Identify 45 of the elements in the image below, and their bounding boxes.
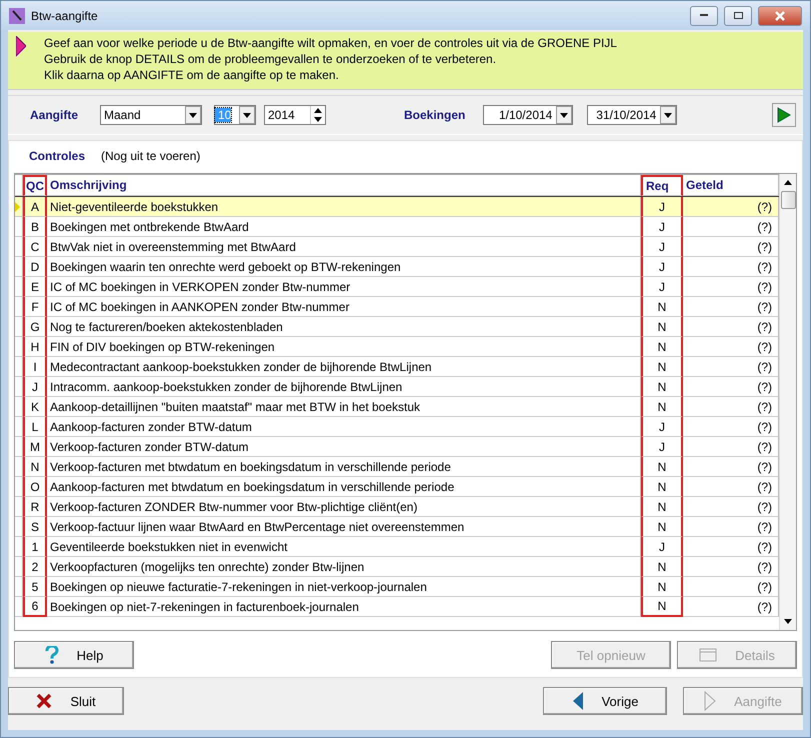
caret-icon <box>243 112 251 118</box>
close-icon <box>36 693 52 709</box>
window-title: Btw-aangifte <box>31 8 99 22</box>
play-icon <box>777 107 791 123</box>
arrow-icon <box>16 36 26 58</box>
table-cell: N <box>641 597 683 617</box>
close-button[interactable]: Sluit <box>8 687 124 715</box>
scroll-thumb[interactable] <box>780 191 796 209</box>
scrollbar[interactable] <box>779 174 796 630</box>
checks-status: (Nog uit te voeren) <box>101 149 200 163</box>
bookings-label: Boekingen <box>404 108 466 122</box>
caret-icon <box>314 117 322 122</box>
minimize-icon <box>700 14 708 17</box>
caret-icon <box>560 112 568 118</box>
table-cell: 6 <box>23 597 47 617</box>
close-button[interactable] <box>758 6 802 26</box>
year-spinner[interactable]: 2014 <box>264 105 326 125</box>
up-caret-icon <box>784 180 792 185</box>
window-icon <box>699 648 718 662</box>
right-triangle-icon <box>704 691 716 711</box>
up-caret-icon <box>314 108 322 113</box>
instruction-text: Gebruik de knop DETAILS om de probleemgevallen te onderzoeken of te verbeteren. <box>44 52 498 67</box>
caret-icon <box>189 112 197 118</box>
help-button[interactable]: Help <box>14 641 134 669</box>
checks-label: Controles <box>29 149 86 163</box>
maximize-button[interactable] <box>724 6 752 26</box>
maximize-icon <box>734 12 742 19</box>
instruction-text: Klik daarna op AANGIFTE om de aangifte op te maken. <box>44 68 340 83</box>
app-icon <box>9 8 25 24</box>
question-mark-icon <box>44 646 59 664</box>
caret-icon <box>664 112 672 118</box>
period-label: Aangifte <box>30 108 78 122</box>
left-triangle-icon <box>572 691 584 711</box>
period-type-dropdown[interactable]: Maand <box>100 105 202 125</box>
from-date-dropdown[interactable]: 1/10/2014 <box>483 105 574 125</box>
to-date-dropdown[interactable]: 31/10/2014 <box>587 105 678 125</box>
back-button[interactable]: Vorige <box>543 687 667 715</box>
caret-icon <box>784 619 792 624</box>
minimize-button[interactable] <box>690 6 718 26</box>
close-icon <box>775 10 785 20</box>
column-header[interactable]: Omschrijving <box>47 175 641 196</box>
instruction-text: Geef aan voor welke periode u de Btw-aangifte wilt opmaken, en voer de controles uit via de GROENE PIJL <box>44 36 617 51</box>
run-checks-button[interactable] <box>772 103 796 127</box>
current-row-icon <box>15 202 20 212</box>
table-cell: Boekingen op niet-7-rekeningen in facturenboek-journalen <box>47 597 641 617</box>
